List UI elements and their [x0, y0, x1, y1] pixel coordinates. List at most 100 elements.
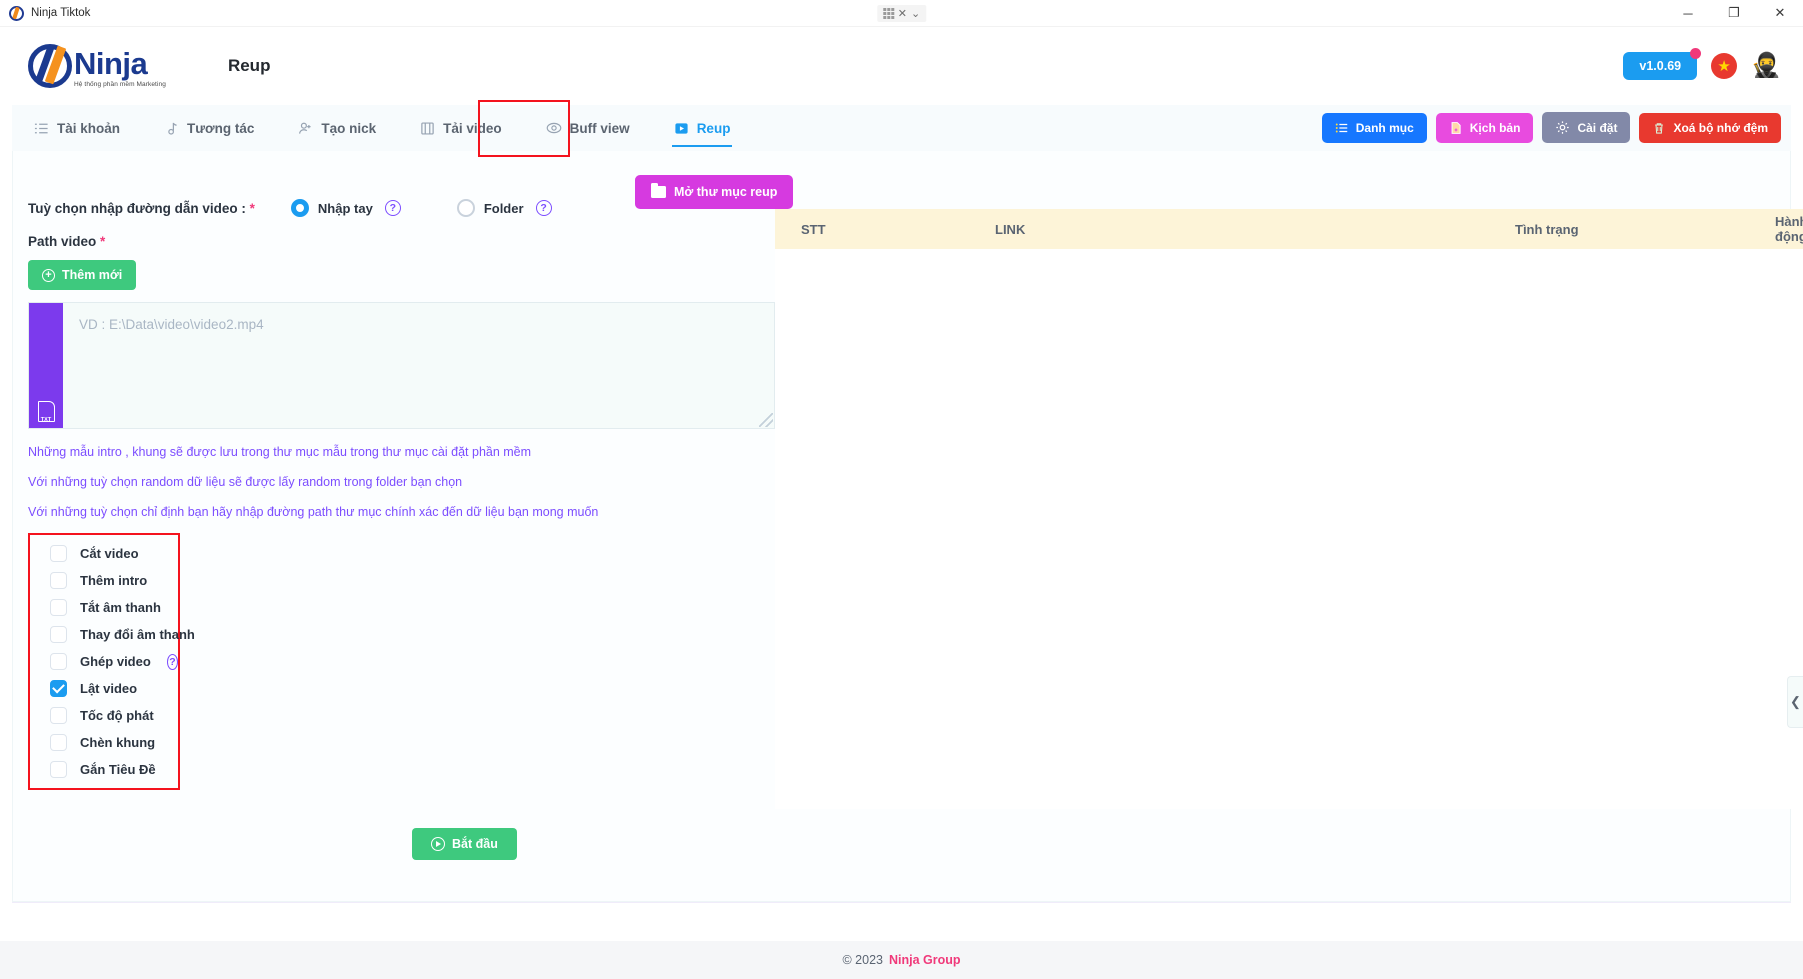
- checkbox[interactable]: [50, 599, 67, 616]
- cai-dat-button[interactable]: Cài đặt: [1542, 112, 1631, 143]
- option-cat-video[interactable]: Cắt video: [50, 545, 178, 562]
- tab-label: Tài khoản: [57, 120, 121, 136]
- tab-buff-view[interactable]: Buff view: [524, 105, 652, 151]
- gear-icon: [1555, 120, 1570, 135]
- checkbox[interactable]: [50, 626, 67, 643]
- hint-line: Những mẫu intro , khung sẽ được lưu tron…: [28, 445, 532, 459]
- reup-form-pane: Tuỳ chọn nhập đường dẫn video : * Nhập t…: [12, 169, 775, 829]
- tab-label: Tải video: [443, 120, 502, 136]
- footer-divider: [12, 902, 1791, 903]
- chevron-down-icon[interactable]: ⌄: [911, 7, 920, 20]
- titlebar-left: Ninja Tiktok: [0, 5, 90, 21]
- start-button-row: Bắt đầu: [412, 828, 517, 860]
- maximize-button[interactable]: ❐: [1711, 0, 1757, 26]
- option-chen-khung[interactable]: Chèn khung: [50, 734, 178, 751]
- option-gan-tieu-de[interactable]: Gắn Tiêu Đề: [50, 761, 178, 778]
- collapse-x-icon[interactable]: ✕: [898, 7, 907, 20]
- txt-file-drop-sidebar[interactable]: TXT: [29, 303, 63, 428]
- option-label: Cắt video: [80, 546, 139, 561]
- plus-circle-icon: +: [42, 268, 55, 282]
- radio-indicator-selected[interactable]: [290, 199, 309, 217]
- checkbox[interactable]: [50, 653, 67, 670]
- open-folder-row: Mở thư mục reup: [635, 175, 1803, 209]
- option-label: Tốc độ phát: [80, 708, 154, 723]
- ninja-circle-icon: [9, 5, 24, 21]
- option-label: Thay đổi âm thanh: [80, 627, 195, 642]
- checkbox[interactable]: [50, 572, 67, 589]
- path-video-textarea[interactable]: [63, 303, 774, 428]
- danh-muc-button[interactable]: Danh mục: [1321, 112, 1427, 143]
- window-titlebar: Ninja Tiktok ✕ ⌄ ─ ❐ ✕: [0, 0, 1803, 27]
- path-video-input-box: TXT: [28, 302, 775, 429]
- footer-brand: Ninja Group: [888, 953, 961, 967]
- minimize-button[interactable]: ─: [1665, 0, 1711, 26]
- tab-reup[interactable]: Reup: [652, 105, 753, 151]
- radio-folder[interactable]: Folder ?: [456, 199, 552, 217]
- header-right-cluster: v1.0.69 ★ 🥷: [1623, 48, 1781, 80]
- app-footer: © 2023 Ninja Group: [0, 941, 1803, 979]
- grid-icon[interactable]: [882, 7, 894, 19]
- help-circle-icon[interactable]: ?: [384, 200, 401, 216]
- version-label: v1.0.69: [1639, 59, 1682, 73]
- option-them-intro[interactable]: Thêm intro: [50, 572, 178, 589]
- path-video-label: Path video *: [28, 234, 775, 249]
- list-bullets-icon: [1335, 121, 1349, 135]
- option-tat-am-thanh[interactable]: Tắt âm thanh: [50, 599, 178, 616]
- option-label: Gắn Tiêu Đề: [80, 762, 156, 777]
- language-flag-icon[interactable]: ★: [1711, 53, 1738, 79]
- version-badge[interactable]: v1.0.69: [1623, 48, 1702, 80]
- tab-tai-video[interactable]: Tải video: [398, 105, 524, 151]
- hint-line: Với những tuỳ chọn chỉ định bạn hãy nhập…: [28, 505, 599, 519]
- checkbox-checked[interactable]: [50, 680, 67, 697]
- app-header: Ninja Hệ thống phần mềm Marketing Reup v…: [0, 27, 1803, 105]
- option-label: Lật video: [80, 681, 138, 696]
- tab-tai-khoan[interactable]: Tài khoản: [12, 105, 142, 151]
- textarea-resize-handle[interactable]: [759, 413, 773, 427]
- file-plus-icon: [1449, 121, 1463, 135]
- button-label: Kịch bản: [1469, 120, 1521, 135]
- person-add-icon: [298, 121, 313, 136]
- notification-dot-icon: [1690, 48, 1702, 59]
- window-center-widget[interactable]: ✕ ⌄: [876, 4, 927, 22]
- kich-ban-button[interactable]: Kịch bản: [1435, 112, 1534, 143]
- column-header-hanh-dong: Hành động: [1775, 214, 1803, 244]
- checkbox[interactable]: [50, 734, 67, 751]
- column-header-link: LINK: [995, 221, 1026, 237]
- checkbox[interactable]: [50, 545, 67, 562]
- xoa-bo-nho-dem-button[interactable]: Xoá bộ nhớ đệm: [1639, 112, 1781, 143]
- help-circle-icon[interactable]: ?: [166, 653, 178, 670]
- option-label: Tắt âm thanh: [80, 600, 161, 615]
- radio-indicator[interactable]: [456, 199, 475, 217]
- titlebar-window-controls: ─ ❐ ✕: [1665, 0, 1803, 26]
- reup-queue-pane: Mở thư mục reup STT LINK Tình trạng Hành…: [635, 169, 1803, 829]
- play-circle-icon: [431, 837, 445, 851]
- trash-icon: [1652, 121, 1666, 135]
- button-label: Xoá bộ nhớ đệm: [1673, 120, 1768, 135]
- sidebar-collapse-handle[interactable]: ❮: [1787, 676, 1803, 728]
- radio-nhap-tay[interactable]: Nhập tay ?: [290, 199, 401, 217]
- avatar[interactable]: 🥷: [1751, 54, 1781, 78]
- tab-label: Tương tác: [187, 120, 255, 136]
- option-thay-doi-am-thanh[interactable]: Thay đổi âm thanh: [50, 626, 195, 643]
- option-toc-do-phat[interactable]: Tốc độ phát: [50, 707, 178, 724]
- radio-label: Folder: [483, 200, 524, 216]
- tab-tuong-tac[interactable]: Tương tác: [142, 105, 276, 151]
- close-button[interactable]: ✕: [1757, 0, 1803, 26]
- button-label: Bắt đầu: [452, 837, 498, 851]
- checkbox[interactable]: [50, 707, 67, 724]
- path-option-text: Tuỳ chọn nhập đường dẫn video :: [28, 200, 246, 216]
- option-lat-video[interactable]: Lật video: [50, 680, 178, 697]
- option-ghep-video[interactable]: Ghép video ?: [50, 653, 178, 670]
- required-mark: *: [100, 234, 106, 249]
- checkbox[interactable]: [50, 761, 67, 778]
- list-checklist-icon: [34, 121, 49, 136]
- column-header-tinh-trang: Tình trạng: [1515, 221, 1579, 237]
- header-action-buttons: Danh mục Kịch bản Cài đặt Xoá bộ nhớ đệm: [1321, 112, 1781, 143]
- help-circle-icon[interactable]: ?: [535, 200, 552, 216]
- button-label: Thêm mới: [62, 268, 123, 282]
- add-new-button[interactable]: + Thêm mới: [28, 260, 137, 290]
- start-button[interactable]: Bắt đầu: [412, 828, 517, 860]
- page-title: Reup: [227, 56, 271, 75]
- ninja-logo-icon: [28, 44, 72, 88]
- tab-tao-nick[interactable]: Tạo nick: [276, 105, 398, 151]
